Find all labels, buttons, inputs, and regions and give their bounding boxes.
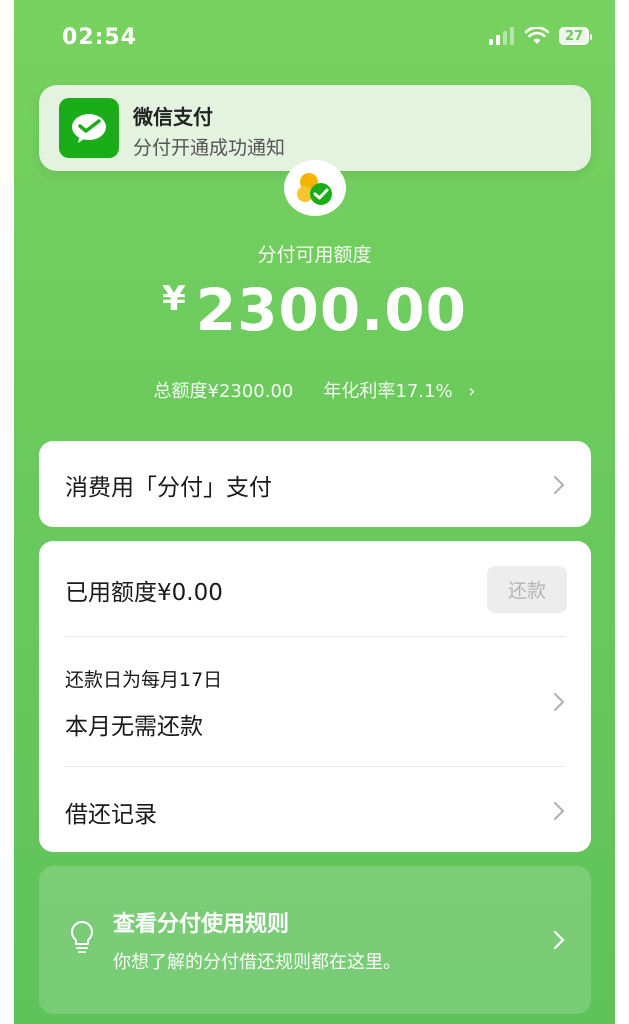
credit-amount-value: 2300.00 — [195, 276, 467, 344]
currency-symbol: ¥ — [162, 279, 186, 319]
repayment-info-row[interactable]: 还款日为每月17日 本月无需还款 — [39, 637, 591, 766]
status-icons: 27 — [489, 27, 592, 45]
lightbulb-icon — [71, 921, 93, 953]
notification-banner[interactable]: 微信支付 分付开通成功通知 — [39, 85, 591, 171]
notification-title: 微信支付 — [133, 105, 213, 129]
wechat-pay-icon — [59, 98, 119, 158]
total-credit: 总额度¥2300.00 — [153, 381, 294, 402]
battery-icon: 27 — [559, 27, 592, 45]
usage-card: 已用额度¥0.00 还款 还款日为每月17日 本月无需还款 借还记录 — [39, 541, 591, 852]
notification-message: 分付开通成功通知 — [133, 137, 286, 159]
repayment-status: 本月无需还款 — [65, 714, 203, 740]
rules-description: 你想了解的分付借还规则都在这里。 — [113, 952, 401, 973]
screen: 02:54 27 微信支付 分付开通成功通知 分付可用额度 ¥ 2300.00 … — [14, 0, 615, 1024]
annual-rate[interactable]: 年化利率17.1% › — [313, 381, 475, 402]
chevron-right-icon — [554, 693, 565, 711]
usage-rules-card[interactable]: 查看分付使用规则 你想了解的分付借还规则都在这里。 — [39, 866, 591, 1014]
available-credit-label: 分付可用额度 — [257, 244, 372, 266]
pay-with-fenfu-label: 消费用「分付」支付 — [65, 475, 272, 501]
borrow-repay-records-row[interactable]: 借还记录 — [39, 767, 591, 852]
chevron-right-icon — [554, 802, 565, 820]
pay-with-fenfu-row[interactable]: 消费用「分付」支付 — [39, 441, 591, 527]
rules-title: 查看分付使用规则 — [113, 912, 290, 937]
wifi-icon — [525, 27, 549, 44]
repayment-day: 还款日为每月17日 — [65, 669, 223, 691]
status-time: 02:54 — [62, 25, 138, 50]
fenfu-logo-icon — [284, 160, 346, 216]
signal-icon — [489, 27, 514, 45]
repay-button[interactable]: 还款 — [487, 566, 567, 613]
available-credit-amount: ¥2300.00 — [14, 276, 615, 344]
records-label: 借还记录 — [65, 802, 157, 828]
chevron-right-icon — [554, 476, 565, 494]
chevron-right-icon — [553, 930, 565, 950]
credit-summary[interactable]: 总额度¥2300.00 年化利率17.1% › — [14, 377, 615, 403]
used-credit: 已用额度¥0.00 — [65, 580, 223, 606]
